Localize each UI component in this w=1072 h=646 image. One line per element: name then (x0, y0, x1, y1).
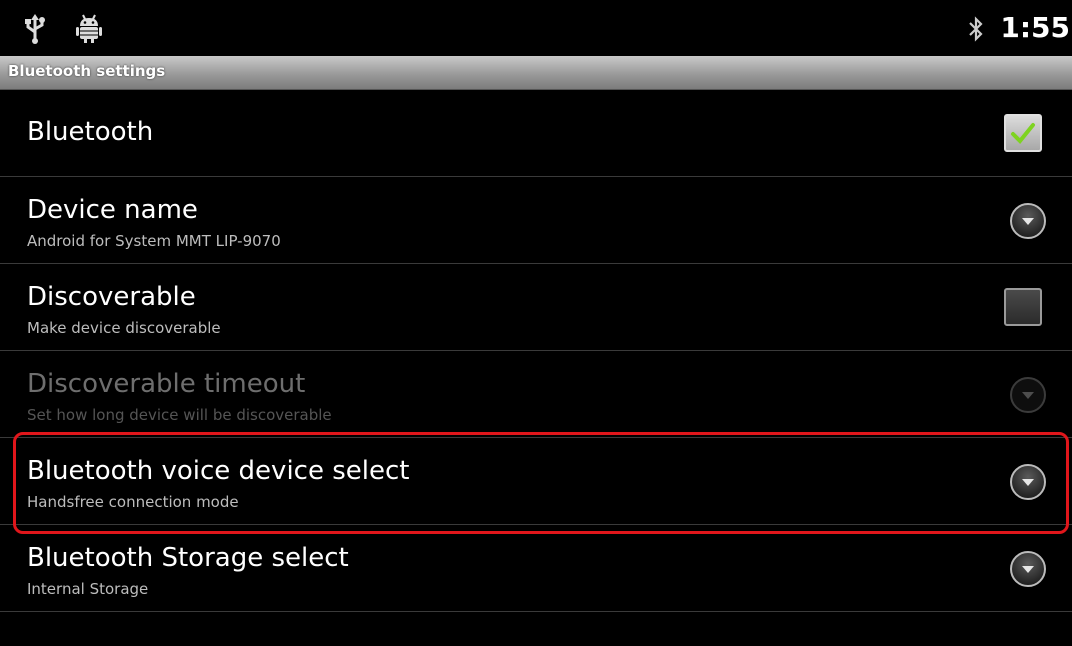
usb-icon (24, 14, 46, 48)
pref-bluetooth[interactable]: Bluetooth (0, 90, 1072, 177)
checkmark-icon (1011, 123, 1035, 144)
android-debug-icon (76, 14, 102, 48)
pref-summary: Handsfree connection mode (27, 493, 239, 511)
bluetooth-checkbox[interactable] (1004, 114, 1042, 152)
pref-storage-select[interactable]: Bluetooth Storage select Internal Storag… (0, 525, 1072, 612)
dropdown-arrow-icon (1009, 376, 1047, 414)
preference-list: Bluetooth Device name Android for System… (0, 90, 1072, 612)
pref-summary: Android for System MMT LIP-9070 (27, 232, 281, 250)
pref-title: Bluetooth voice device select (27, 456, 410, 486)
dropdown-arrow-icon[interactable] (1009, 202, 1047, 240)
pref-title: Discoverable timeout (27, 369, 306, 399)
pref-title: Discoverable (27, 282, 196, 312)
pref-title: Device name (27, 195, 198, 225)
dropdown-arrow-icon[interactable] (1009, 550, 1047, 588)
pref-summary: Set how long device will be discoverable (27, 406, 332, 424)
bluetooth-icon (968, 16, 984, 46)
page-title: Bluetooth settings (8, 62, 166, 80)
pref-title: Bluetooth Storage select (27, 543, 349, 573)
pref-discoverable[interactable]: Discoverable Make device discoverable (0, 264, 1072, 351)
pref-voice-device-select[interactable]: Bluetooth voice device select Handsfree … (0, 438, 1072, 525)
status-bar: 1:55 (0, 0, 1072, 56)
pref-discoverable-timeout: Discoverable timeout Set how long device… (0, 351, 1072, 438)
pref-device-name[interactable]: Device name Android for System MMT LIP-9… (0, 177, 1072, 264)
title-bar: Bluetooth settings (0, 56, 1072, 90)
discoverable-checkbox[interactable] (1004, 288, 1042, 326)
pref-summary: Internal Storage (27, 580, 149, 598)
pref-summary: Make device discoverable (27, 319, 221, 337)
pref-title: Bluetooth (27, 117, 154, 147)
status-clock: 1:55 (1000, 11, 1070, 44)
dropdown-arrow-icon[interactable] (1009, 463, 1047, 501)
